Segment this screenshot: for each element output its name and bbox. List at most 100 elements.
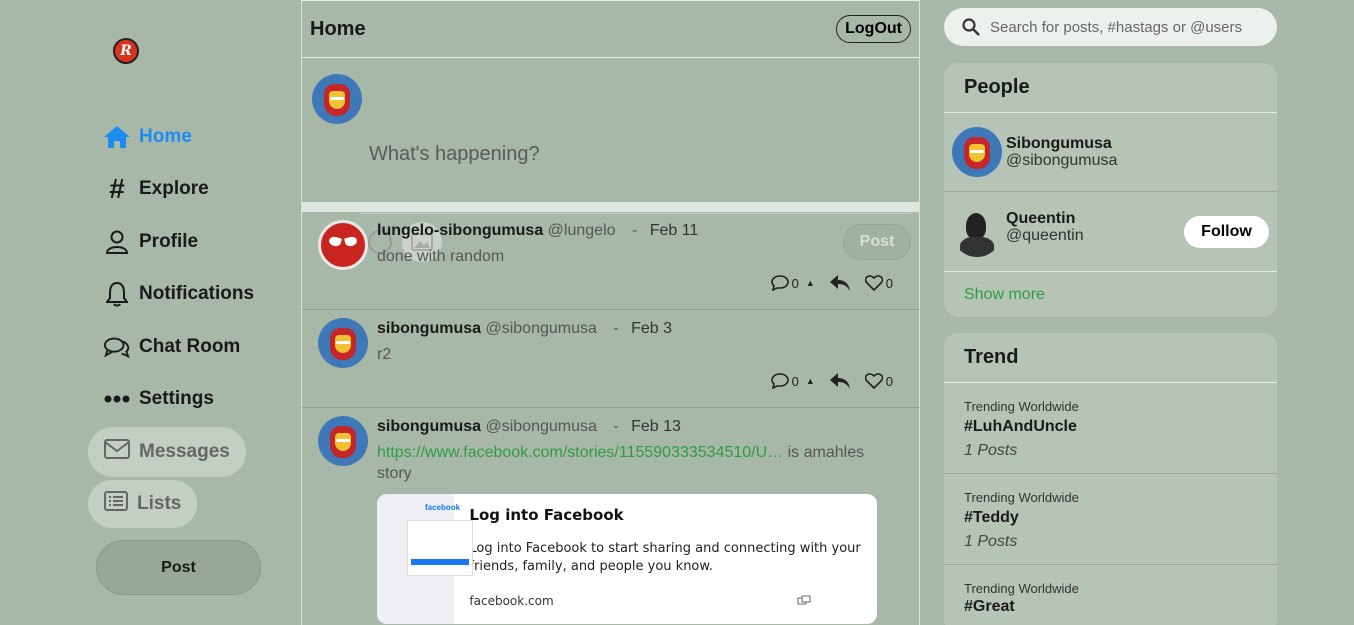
link-preview-thumbnail: facebook (377, 494, 473, 624)
trend-title: Trend (944, 333, 1277, 383)
envelope-icon (104, 439, 130, 465)
person-info: Queentin @queentin (1006, 210, 1084, 244)
person-handle: @sibongumusa (1006, 152, 1118, 169)
thumbnail-label: facebook (425, 503, 461, 512)
people-item[interactable]: Queentin @queentin Follow (944, 192, 1277, 271)
post-author-handle[interactable]: @sibongumusa (485, 320, 596, 337)
heart-icon (864, 373, 883, 389)
avatar[interactable] (318, 416, 368, 466)
search-bar[interactable] (944, 8, 1277, 46)
comment-button[interactable]: 0 ▲ (770, 373, 815, 389)
people-item[interactable]: Sibongumusa @sibongumusa (944, 113, 1277, 192)
nav-label-chat-room: Chat Room (139, 336, 241, 357)
spiderman-avatar-icon[interactable] (318, 220, 368, 270)
nav-item-lists[interactable]: Lists (88, 480, 198, 528)
post-link[interactable]: https://www.facebook.com/stories/1155903… (377, 444, 783, 461)
trend-tag[interactable]: #Great (964, 598, 1257, 616)
like-button[interactable]: 0 (864, 275, 893, 291)
nav-item-notifications[interactable]: Notifications (103, 279, 254, 309)
logout-button[interactable]: LogOut (836, 15, 911, 43)
link-preview-text: Log into Facebook Log into Facebook to s… (454, 494, 877, 624)
post-meta: sibongumusa @sibongumusa - Feb 3 (377, 318, 919, 340)
post-author-handle[interactable]: @lungelo (548, 222, 616, 239)
page-title: Home (310, 17, 366, 40)
caret-up-icon[interactable]: ▲ (806, 376, 815, 386)
feed-post[interactable]: sibongumusa @sibongumusa - Feb 13 https:… (302, 408, 919, 624)
avatar[interactable] (318, 318, 368, 368)
avatar[interactable] (312, 74, 362, 124)
caret-up-icon[interactable]: ▲ (806, 278, 815, 288)
composer-input[interactable]: What's happening? (369, 143, 540, 166)
link-preview-domain: facebook.com (469, 594, 554, 608)
like-count: 0 (885, 275, 893, 291)
post-author-handle[interactable]: @sibongumusa (485, 418, 596, 435)
post-meta: sibongumusa @sibongumusa - Feb 13 (377, 416, 919, 438)
nav-label-home: Home (139, 126, 192, 147)
person-name[interactable]: Queentin (1006, 210, 1084, 227)
search-icon (962, 18, 980, 36)
comment-count: 0 (791, 275, 799, 291)
nav-label-explore: Explore (139, 178, 209, 199)
nav-label-profile: Profile (139, 231, 199, 252)
post-separator: - (631, 222, 638, 239)
post-date: Feb 3 (631, 320, 673, 337)
post-author-name[interactable]: sibongumusa (377, 418, 481, 435)
nav-item-messages[interactable]: Messages (88, 427, 246, 477)
post-date: Feb 13 (631, 418, 681, 435)
search-input[interactable] (990, 18, 1260, 36)
trend-tag[interactable]: #Teddy (964, 509, 1257, 527)
external-link-icon[interactable] (797, 594, 811, 608)
reply-icon (829, 373, 850, 389)
nav-item-profile[interactable]: Profile (103, 227, 198, 257)
post-actions: 0 ▲ 0 (770, 372, 893, 390)
avatar[interactable] (952, 206, 1002, 257)
app-logo[interactable]: R (113, 38, 139, 64)
avatar[interactable] (952, 127, 1002, 177)
ironman-avatar-icon (330, 426, 356, 458)
like-button[interactable]: 0 (864, 373, 893, 389)
trend-post-count: 1 Posts (964, 442, 1018, 459)
post-author-name[interactable]: sibongumusa (377, 320, 481, 337)
link-preview-footer: facebook.com (469, 594, 811, 608)
post-separator: - (613, 320, 619, 337)
show-more-link[interactable]: Show more (944, 271, 1277, 317)
nav-item-chat-room[interactable]: Chat Room (103, 332, 240, 362)
trend-item[interactable]: Trending Worldwide #Great (944, 565, 1277, 625)
nav-item-settings[interactable]: Settings (103, 384, 214, 414)
post-separator: - (613, 418, 619, 435)
feed-header: Home LogOut (302, 0, 919, 58)
feed-post[interactable]: sibongumusa @sibongumusa - Feb 3 r2 0 ▲ … (302, 310, 919, 408)
nav-item-explore[interactable]: # Explore (103, 173, 209, 204)
home-icon (103, 124, 131, 150)
feed-post[interactable]: lungelo-sibongumusa @lungelo - Feb 11 do… (302, 212, 919, 310)
nav-item-home[interactable]: Home (103, 122, 192, 152)
trend-tag[interactable]: #LuhAndUncle (964, 418, 1257, 436)
reply-icon (829, 275, 850, 291)
more-dots-icon (103, 386, 131, 412)
trend-panel: Trend Trending Worldwide #LuhAndUncle 1 … (944, 333, 1277, 625)
reply-button[interactable] (829, 274, 851, 292)
person-name[interactable]: Sibongumusa (1006, 135, 1117, 152)
hashtag-icon: # (109, 173, 125, 204)
comment-count: 0 (791, 373, 799, 389)
post-author-name[interactable]: lungelo-sibongumusa (377, 222, 543, 239)
post-button[interactable]: Post (96, 540, 261, 595)
post-text: done with random (377, 248, 505, 265)
link-preview-card[interactable]: facebook Log into Facebook Log into Face… (377, 494, 877, 624)
nav-label-notifications: Notifications (139, 283, 255, 304)
post-text: https://www.facebook.com/stories/1155903… (377, 442, 897, 484)
trend-item[interactable]: Trending Worldwide #LuhAndUncle 1 Posts (944, 383, 1277, 474)
user-icon (103, 229, 131, 255)
trend-category: Trending Worldwide (964, 490, 1079, 505)
link-preview-description: Log into Facebook to start sharing and c… (469, 541, 861, 574)
thumbnail-login-box (407, 520, 473, 576)
post-date: Feb 11 (649, 222, 699, 239)
composer: What's happening? Post (302, 58, 919, 262)
comment-button[interactable]: 0 ▲ (770, 275, 815, 291)
person-info: Sibongumusa @sibongumusa (1006, 135, 1117, 169)
follow-button[interactable]: Follow (1184, 216, 1269, 248)
reply-button[interactable] (829, 372, 851, 390)
left-sidebar: R Home # Explore Profile Notifications C… (0, 0, 300, 625)
trend-item[interactable]: Trending Worldwide #Teddy 1 Posts (944, 474, 1277, 565)
link-preview-title: Log into Facebook (469, 506, 624, 524)
